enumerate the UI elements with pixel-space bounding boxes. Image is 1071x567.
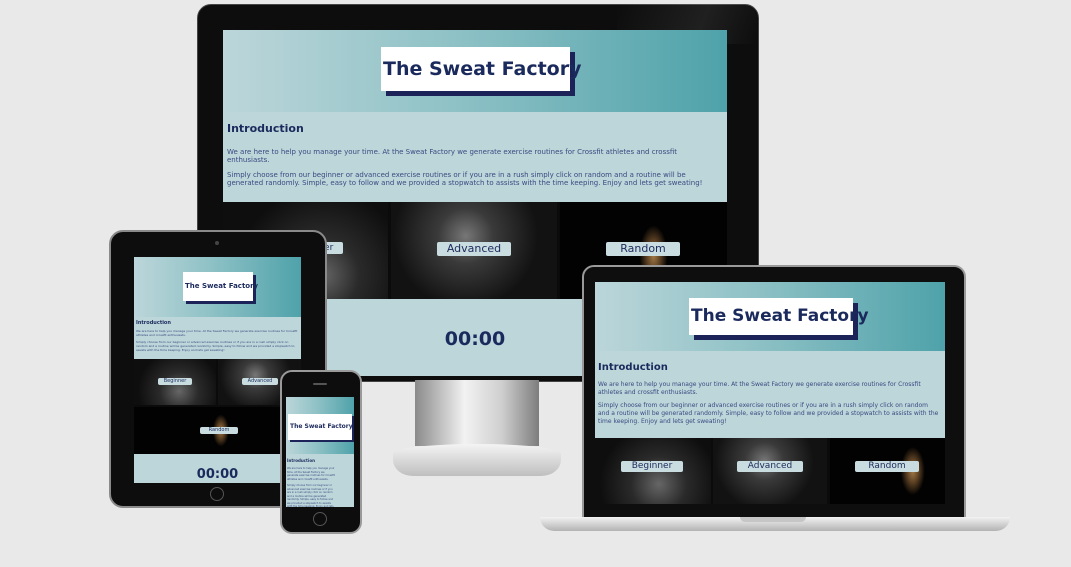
- laptop-notch: [740, 517, 806, 522]
- phone: The Sweat Factory Introduction We are he…: [280, 370, 362, 534]
- intro-heading: Introduction: [598, 362, 668, 373]
- random-button[interactable]: Random: [606, 242, 680, 256]
- intro-section: Introduction We are here to help you man…: [287, 458, 335, 507]
- advanced-button[interactable]: Advanced: [242, 378, 278, 385]
- laptop: The Sweat Factory Introduction We are he…: [540, 265, 1010, 540]
- intro-heading: Introduction: [287, 458, 315, 463]
- random-button[interactable]: Random: [200, 427, 238, 434]
- tablet-screen: The Sweat Factory Introduction We are he…: [134, 257, 301, 483]
- laptop-screen: The Sweat Factory Introduction We are he…: [595, 282, 945, 504]
- intro-paragraph-1: We are here to help you manage your time…: [287, 467, 335, 481]
- intro-paragraph-1: We are here to help you manage your time…: [136, 329, 298, 337]
- tablet-home-button[interactable]: [210, 487, 224, 501]
- random-tile[interactable]: Random: [134, 407, 301, 454]
- intro-paragraph-2: Simply choose from our beginner or advan…: [287, 484, 334, 507]
- monitor-stand: [415, 380, 539, 446]
- tablet-camera: [215, 241, 219, 245]
- intro-heading: Introduction: [136, 320, 171, 326]
- monitor-base: [393, 444, 561, 476]
- site-logo[interactable]: The Sweat Factory: [689, 298, 869, 335]
- site-logo[interactable]: The Sweat Factory: [381, 47, 581, 91]
- beginner-button[interactable]: Beginner: [158, 378, 192, 385]
- advanced-button[interactable]: Advanced: [737, 461, 803, 472]
- beginner-button[interactable]: Beginner: [621, 461, 683, 472]
- advanced-button[interactable]: Advanced: [437, 242, 511, 256]
- advanced-tile[interactable]: Advanced: [391, 202, 557, 299]
- intro-section: Introduction We are here to help you man…: [598, 362, 940, 426]
- intro-paragraph-1: We are here to help you manage your time…: [227, 148, 678, 164]
- phone-speaker: [313, 383, 327, 385]
- intro-paragraph-2: Simply choose from our beginner or advan…: [136, 340, 295, 352]
- site-logo[interactable]: The Sweat Factory: [288, 414, 353, 440]
- site-logo[interactable]: The Sweat Factory: [183, 272, 258, 301]
- intro-section: Introduction We are here to help you man…: [136, 320, 298, 352]
- routine-tiles: Beginner Advanced Random: [595, 438, 945, 504]
- stopwatch-display: 00:00: [196, 467, 239, 482]
- intro-paragraph-2: Simply choose from our beginner or advan…: [598, 402, 939, 425]
- routine-tiles: Beginner Advanced Random: [134, 359, 301, 454]
- intro-heading: Introduction: [227, 122, 304, 135]
- random-button[interactable]: Random: [855, 461, 919, 472]
- phone-home-button[interactable]: [313, 512, 327, 526]
- advanced-tile[interactable]: Advanced: [713, 438, 827, 504]
- intro-section: Introduction We are here to help you man…: [227, 122, 721, 187]
- intro-paragraph-1: We are here to help you manage your time…: [598, 381, 921, 396]
- beginner-tile[interactable]: Beginner: [134, 359, 216, 405]
- random-tile[interactable]: Random: [830, 438, 945, 504]
- beginner-tile[interactable]: Beginner: [595, 438, 711, 504]
- intro-paragraph-2: Simply choose from our beginner or advan…: [227, 171, 703, 187]
- phone-screen: The Sweat Factory Introduction We are he…: [286, 397, 354, 507]
